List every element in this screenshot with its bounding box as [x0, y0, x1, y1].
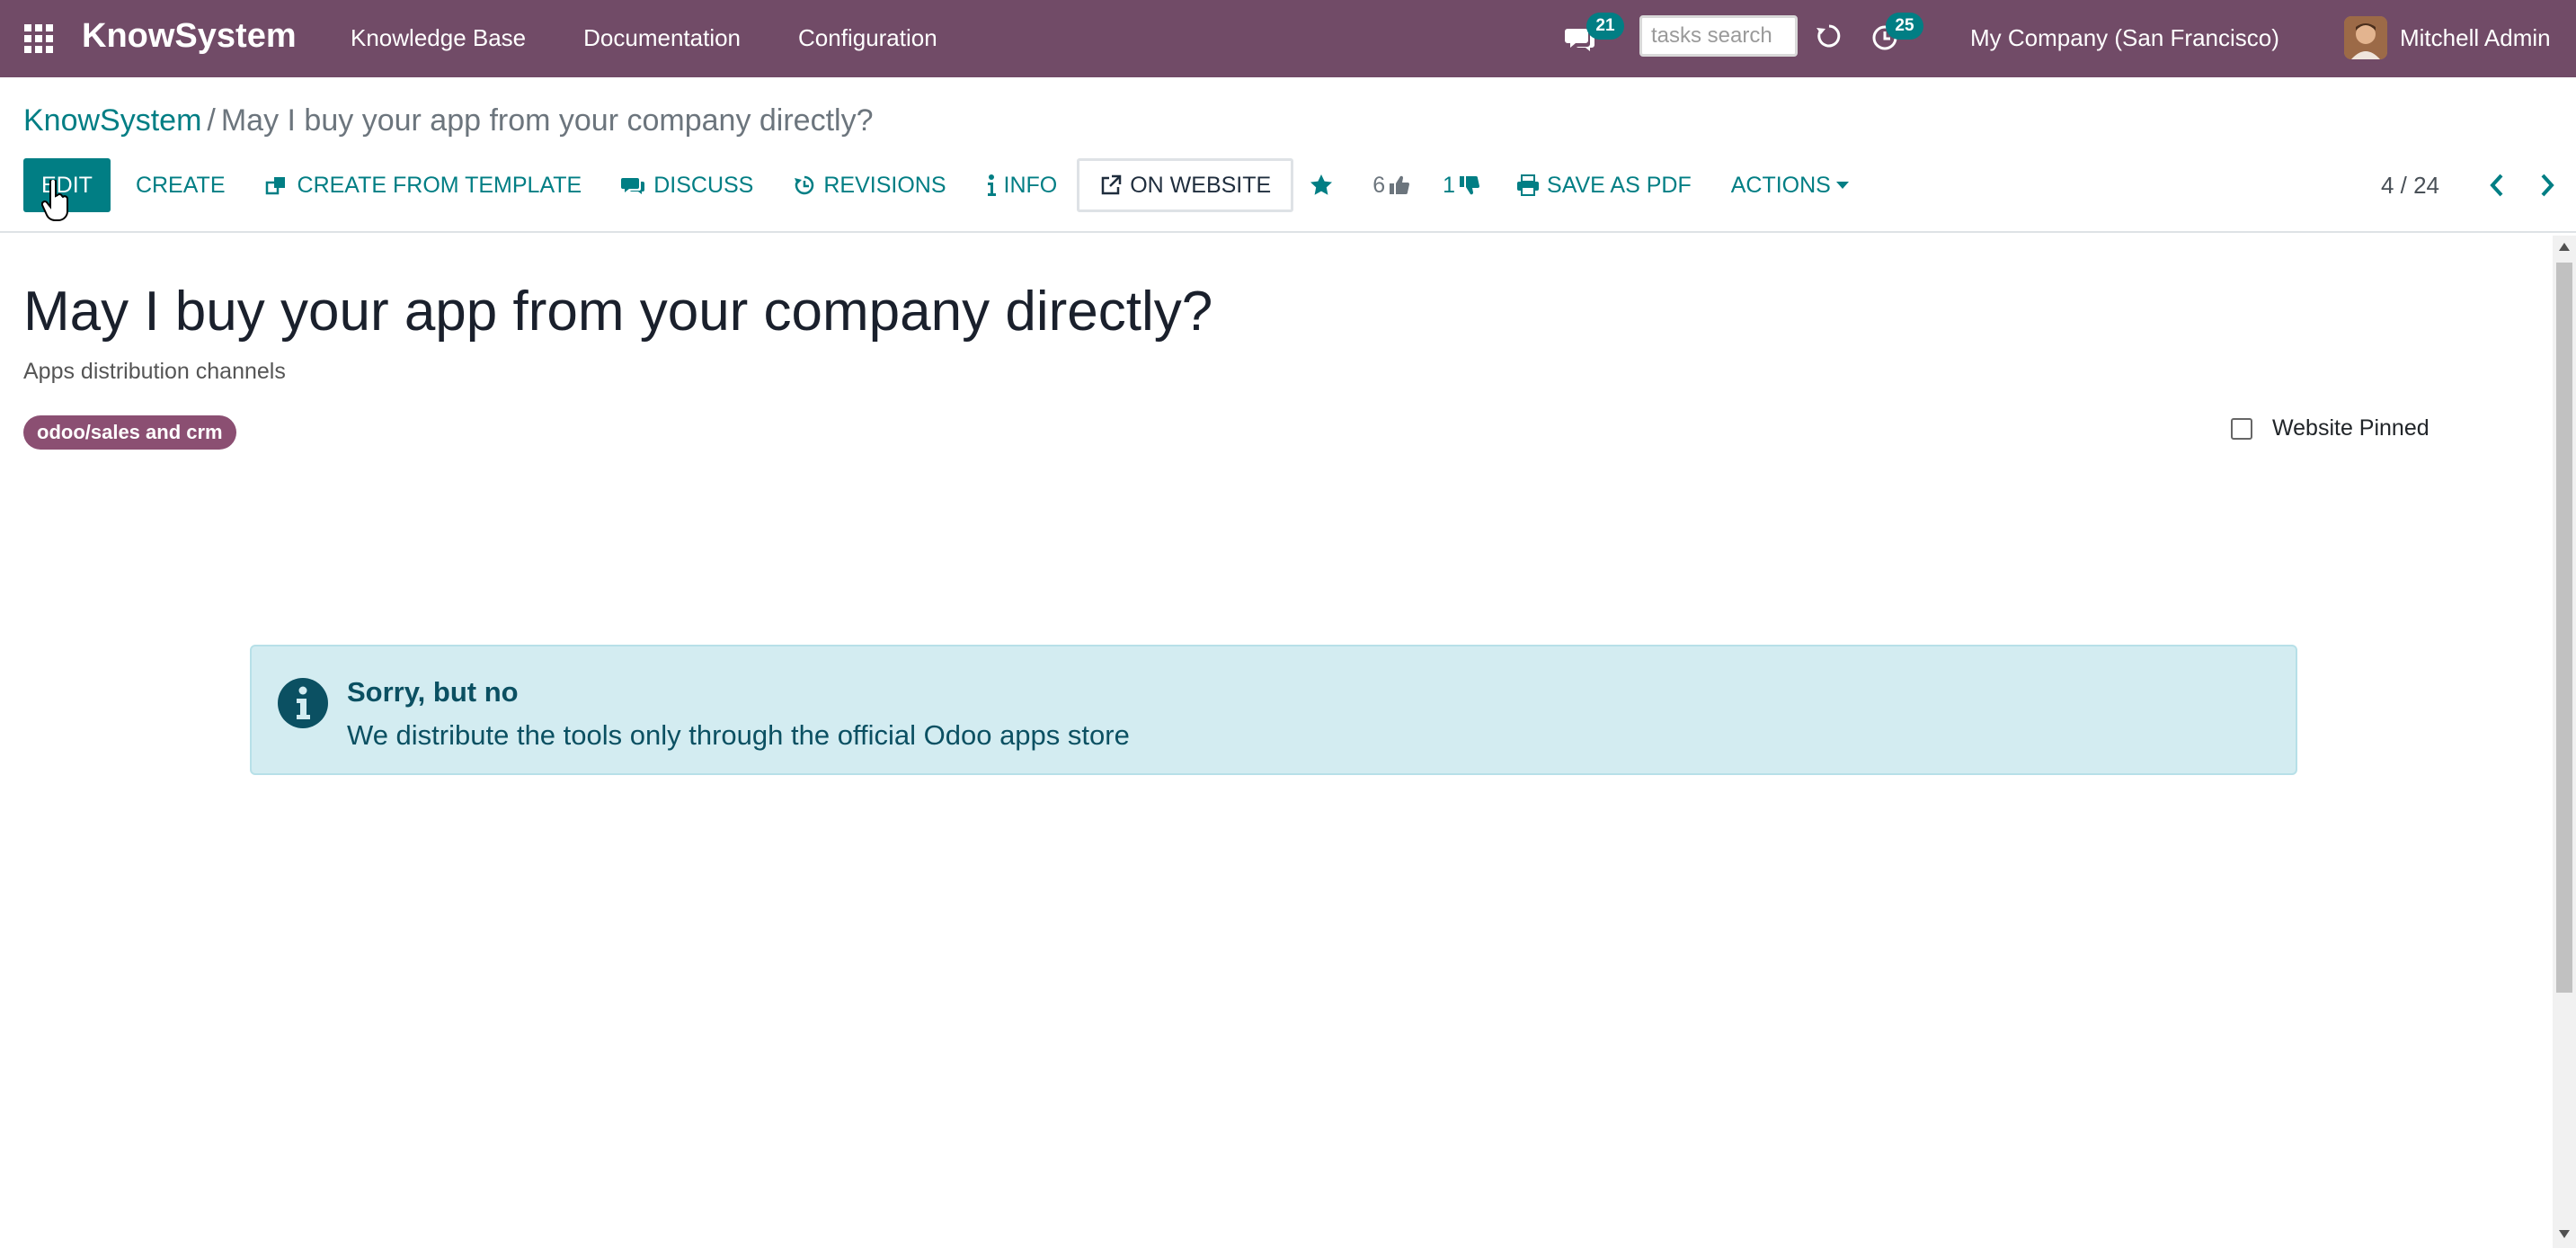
create-from-template-label: CREATE FROM TEMPLATE [297, 172, 582, 198]
save-as-pdf-button[interactable]: SAVE AS PDF [1497, 158, 1711, 212]
star-icon [1310, 174, 1333, 195]
breadcrumb: KnowSystem / May I buy your app from your … [23, 101, 874, 140]
menu-configuration[interactable]: Configuration [798, 22, 937, 54]
thumbs-up-icon [1390, 175, 1410, 194]
revisions-label: REVISIONS [823, 172, 946, 198]
website-pinned-field: Website Pinned [2231, 415, 2429, 441]
article-title: May I buy your app from your company dir… [23, 281, 1213, 343]
scroll-up-arrow-icon[interactable] [2559, 243, 2570, 251]
comments-icon [621, 178, 645, 194]
likes-count: 6 [1372, 172, 1386, 198]
breadcrumb-root-link[interactable]: KnowSystem [23, 103, 201, 138]
menu-knowledge-base[interactable]: Knowledge Base [351, 22, 526, 54]
pager-next-button[interactable] [2522, 158, 2572, 212]
info-alert: Sorry, but no We distribute the tools on… [250, 645, 2297, 775]
save-as-pdf-label: SAVE AS PDF [1547, 172, 1692, 198]
record-pager: 4 / 24 [2381, 158, 2576, 212]
history-icon [795, 175, 814, 195]
info-icon [987, 174, 996, 196]
scroll-down-arrow-icon[interactable] [2559, 1230, 2570, 1238]
discuss-label: DISCUSS [653, 172, 754, 198]
edit-button-label: EDIT [41, 172, 93, 198]
activities-count-badge: 25 [1886, 13, 1923, 40]
on-website-button[interactable]: ON WEBSITE [1077, 158, 1294, 212]
article-subtitle: Apps distribution channels [23, 359, 286, 384]
alert-text: We distribute the tools only through the… [347, 719, 1130, 751]
favorite-button[interactable] [1293, 158, 1356, 212]
main-menu: Knowledge Base Documentation Configurati… [351, 22, 937, 54]
menu-documentation[interactable]: Documentation [583, 22, 741, 54]
external-link-icon [1101, 174, 1122, 195]
dislike-button[interactable]: 1 [1426, 158, 1497, 212]
pager-value[interactable]: 4 / 24 [2381, 172, 2439, 200]
messages-count-badge: 21 [1586, 13, 1624, 40]
website-pinned-checkbox[interactable] [2231, 417, 2252, 440]
breadcrumb-separator: / [207, 103, 216, 138]
like-button[interactable]: 6 [1356, 158, 1426, 212]
user-menu[interactable]: Mitchell Admin [2400, 22, 2551, 54]
form-toolbar: EDIT CREATE CREATE FROM TEMPLATE DISCUSS… [23, 158, 1869, 212]
article-tag[interactable]: odoo/sales and crm [23, 415, 236, 450]
website-pinned-label[interactable]: Website Pinned [2272, 415, 2429, 441]
avatar[interactable] [2344, 16, 2387, 59]
content-scrollbar[interactable] [2553, 236, 2576, 1248]
on-website-label: ON WEBSITE [1130, 172, 1272, 198]
chevron-left-icon [2490, 174, 2503, 197]
breadcrumb-current: May I buy your app from your company dir… [220, 103, 874, 138]
scrollbar-thumb[interactable] [2556, 263, 2572, 993]
info-label: INFO [1003, 172, 1058, 198]
pager-previous-button[interactable] [2472, 158, 2522, 212]
article-form: May I buy your app from your company dir… [0, 236, 2553, 1248]
top-navbar: KnowSystem Knowledge Base Documentation … [0, 0, 2576, 77]
tasks-search-input[interactable] [1639, 15, 1798, 57]
apps-grid-icon[interactable] [22, 22, 54, 54]
info-circle-icon [278, 678, 328, 728]
app-brand[interactable]: KnowSystem [82, 16, 297, 56]
create-button-label: CREATE [135, 172, 226, 198]
actions-dropdown[interactable]: ACTIONS [1711, 158, 1869, 212]
dislikes-count: 1 [1443, 172, 1456, 198]
clone-icon [265, 177, 285, 195]
control-panel: KnowSystem / May I buy your app from your … [0, 77, 2576, 233]
alert-title: Sorry, but no [347, 676, 519, 708]
actions-label: ACTIONS [1730, 172, 1831, 198]
create-button[interactable]: CREATE [116, 158, 245, 212]
print-icon [1517, 174, 1540, 196]
create-from-template-button[interactable]: CREATE FROM TEMPLATE [245, 158, 602, 212]
company-switcher[interactable]: My Company (San Francisco) [1970, 22, 2279, 54]
sync-icon[interactable] [1814, 20, 1844, 54]
caret-down-icon [1835, 182, 1849, 189]
info-button[interactable]: INFO [966, 158, 1078, 212]
discuss-button[interactable]: DISCUSS [601, 158, 773, 212]
thumbs-down-icon [1460, 176, 1480, 195]
chevron-right-icon [2541, 174, 2554, 197]
revisions-button[interactable]: REVISIONS [773, 158, 965, 212]
edit-button[interactable]: EDIT [23, 158, 111, 212]
